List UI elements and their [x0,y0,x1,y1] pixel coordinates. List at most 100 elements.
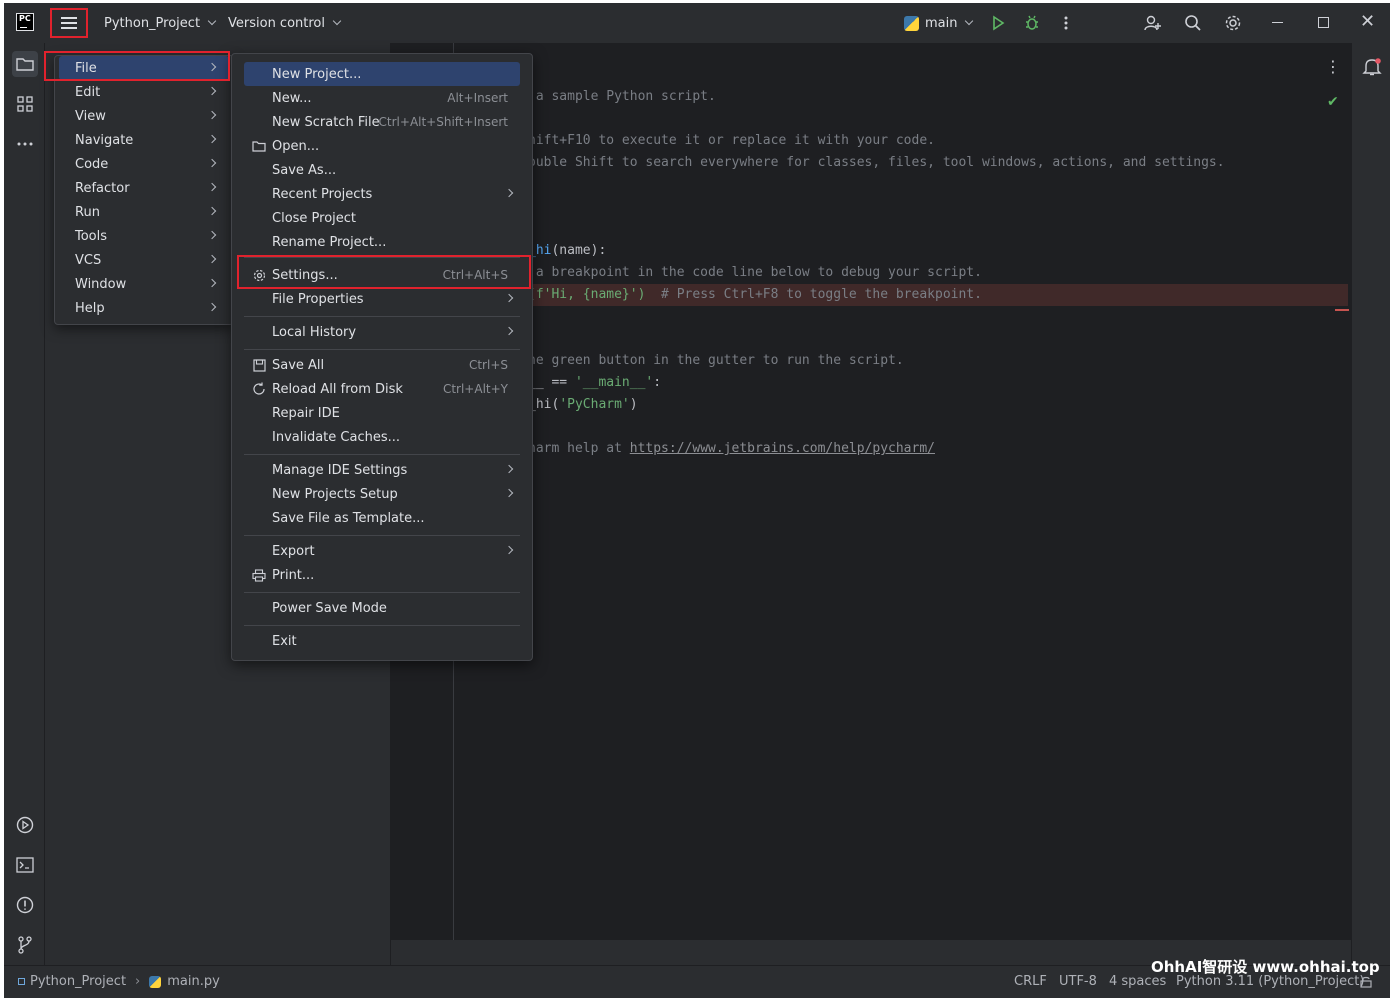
terminal-icon[interactable] [12,852,38,878]
more-icon[interactable] [1057,14,1075,32]
menu-settings[interactable]: Settings... Ctrl+Alt+S [244,263,520,287]
menu-item-label: New Project... [272,66,362,82]
main-menu-popup: File Edit View Navigate Code Refactor Ru… [54,55,234,325]
menu-item-label: Navigate [75,132,134,148]
chevron-right-icon [207,86,217,96]
breadcrumb-project[interactable]: Python_Project [30,974,126,989]
project-widget[interactable]: Python_Project [104,11,217,35]
code-token: ) [629,397,638,412]
menu-save-file-as-template[interactable]: Save File as Template... [244,506,520,530]
menu-item-label: Exit [272,633,297,649]
menu-file-properties[interactable]: File Properties [244,287,520,311]
menu-save-all[interactable]: Save All Ctrl+S [244,353,520,377]
python-icon [904,15,919,31]
menu-new-scratch-file[interactable]: New Scratch File Ctrl+Alt+Shift+Insert [244,110,520,134]
menu-item-help[interactable]: Help [59,296,229,320]
menu-item-code[interactable]: Code [59,152,229,176]
interpreter[interactable]: Python 3.11 (Python_Project) [1176,974,1364,989]
menu-item-label: Close Project [272,210,357,226]
menu-item-label: Export [272,543,315,559]
menu-open[interactable]: Open... [244,134,520,158]
breadcrumb-file[interactable]: main.py [167,974,220,989]
file-encoding[interactable]: UTF-8 [1059,974,1097,989]
code-comment: # Press Ctrl+F8 to toggle the breakpoint… [645,287,982,302]
maximize-icon[interactable] [1318,17,1329,28]
menu-recent-projects[interactable]: Recent Projects [244,182,520,206]
menu-item-edit[interactable]: Edit [59,80,229,104]
search-icon[interactable] [1184,14,1202,32]
menu-invalidate-caches[interactable]: Invalidate Caches... [244,425,520,449]
menu-item-label: Settings... [272,267,338,283]
menu-new-projects-setup[interactable]: New Projects Setup [244,482,520,506]
menu-power-save-mode[interactable]: Power Save Mode [244,596,520,620]
git-icon[interactable] [12,932,38,958]
folder-icon[interactable] [12,51,38,77]
menu-item-label: New... [272,90,312,106]
ide-window: PC Python_Project Version control main ✕… [4,3,1390,998]
menu-save-as[interactable]: Save As... [244,158,520,182]
menu-item-run[interactable]: Run [59,200,229,224]
menu-item-label: VCS [75,252,102,268]
main-menu-button[interactable] [50,8,88,38]
menu-item-label: Open... [272,138,320,154]
menu-item-label: Repair IDE [272,405,340,421]
more-tools-icon[interactable] [12,131,38,157]
code-comment: harm help at [528,441,630,456]
menu-item-file[interactable]: File [59,56,229,80]
menu-print[interactable]: Print... [244,563,520,587]
menu-item-navigate[interactable]: Navigate [59,128,229,152]
app-logo: PC [16,13,34,31]
structure-icon[interactable] [12,91,38,117]
menu-separator [244,625,520,626]
run-icon[interactable] [989,14,1007,32]
close-icon[interactable]: ✕ [1360,13,1375,31]
vcs-widget[interactable]: Version control [228,11,342,35]
menu-new[interactable]: New... Alt+Insert [244,86,520,110]
menu-item-view[interactable]: View [59,104,229,128]
menu-rename-project[interactable]: Rename Project... [244,230,520,254]
more-icon[interactable]: ⋮ [1325,57,1341,76]
menu-separator [244,454,520,455]
problems-icon[interactable] [12,892,38,918]
menu-item-label: Run [75,204,100,220]
check-icon: ✔ [1327,94,1339,110]
right-tool-strip [1351,43,1390,965]
menu-repair-ide[interactable]: Repair IDE [244,401,520,425]
status-bar: OhhAI智研设 www.ohhai.top Python_Project › … [4,958,1390,998]
gear-icon[interactable] [1224,14,1242,32]
menu-close-project[interactable]: Close Project [244,206,520,230]
menu-item-label: Print... [272,567,315,583]
chevron-right-icon [504,545,514,555]
menu-item-vcs[interactable]: VCS [59,248,229,272]
line-separator[interactable]: CRLF [1014,974,1047,989]
code-string: '__main__' [574,375,654,390]
menu-item-label: Edit [75,84,101,100]
menu-reload-all[interactable]: Reload All from Disk Ctrl+Alt+Y [244,377,520,401]
menu-exit[interactable]: Exit [244,629,520,653]
menu-local-history[interactable]: Local History [244,320,520,344]
menu-item-label: Recent Projects [272,186,373,202]
add-user-icon[interactable] [1144,14,1162,32]
minimize-icon[interactable] [1272,22,1283,23]
help-link[interactable]: https://www.jetbrains.com/help/pycharm/ [630,441,935,456]
run-config-widget[interactable]: main [904,11,974,35]
menu-manage-ide-settings[interactable]: Manage IDE Settings [244,458,520,482]
debug-icon[interactable] [1023,14,1041,32]
code-editor[interactable]: ⋮ ✔ a sample Python script. hift+F10 to … [391,43,1351,940]
lock-icon[interactable] [1360,976,1372,992]
menu-item-tools[interactable]: Tools [59,224,229,248]
services-icon[interactable] [12,812,38,838]
menu-item-refactor[interactable]: Refactor [59,176,229,200]
chevron-right-icon [207,302,217,312]
chevron-right-icon: › [135,974,141,989]
menu-item-label: Save File as Template... [272,510,425,526]
menu-new-project[interactable]: New Project... [244,62,520,86]
menu-item-window[interactable]: Window [59,272,229,296]
chevron-right-icon [207,278,217,288]
folder-icon [252,139,266,153]
notifications-icon[interactable] [1362,57,1382,81]
indent-setting[interactable]: 4 spaces [1109,974,1166,989]
menu-export[interactable]: Export [244,539,520,563]
menu-item-label: New Projects Setup [272,486,398,502]
code-line: a sample Python script. [528,89,716,104]
